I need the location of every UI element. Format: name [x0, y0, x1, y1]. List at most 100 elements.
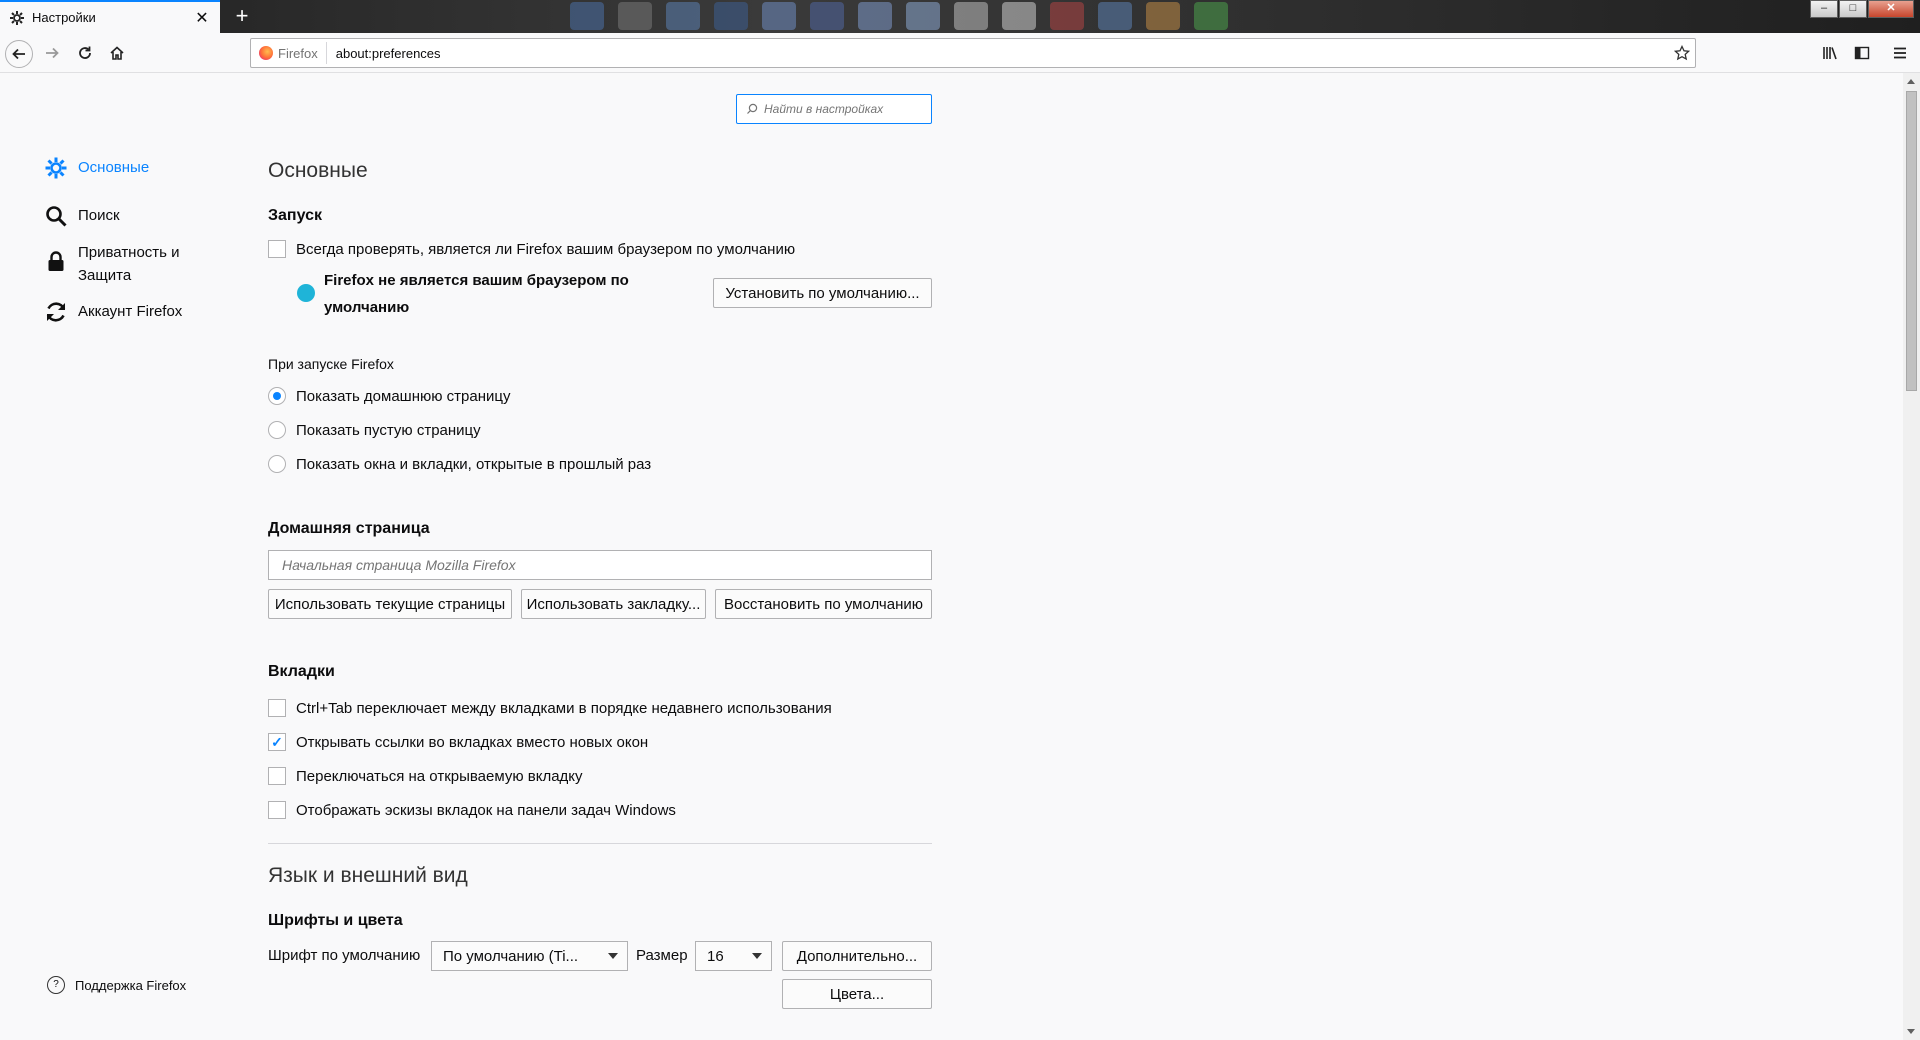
section-divider — [268, 843, 932, 844]
tab-title: Настройки — [32, 10, 96, 25]
gear-icon — [9, 10, 25, 26]
page-title: Основные — [268, 159, 368, 182]
checkbox[interactable] — [268, 801, 286, 819]
startup-heading: Запуск — [268, 207, 322, 224]
firefox-logo-icon — [259, 46, 273, 60]
window-close-button[interactable]: ✕ — [1868, 0, 1914, 18]
radio-show-homepage[interactable]: Показать домашнюю страницу — [268, 387, 510, 405]
radio-show-blank[interactable]: Показать пустую страницу — [268, 421, 481, 439]
hamburger-menu-icon — [1894, 47, 1906, 59]
fonts-colors-heading: Шрифты и цвета — [268, 912, 403, 929]
url-text[interactable]: about:preferences — [336, 46, 1669, 61]
support-label: Поддержка Firefox — [75, 977, 187, 993]
sidebar-toggle-button[interactable] — [1848, 39, 1876, 67]
advanced-fonts-button[interactable]: Дополнительно... — [782, 941, 932, 971]
sidebar-item-label: Приватность и Защита — [78, 244, 180, 284]
forward-arrow-icon — [46, 47, 59, 59]
sidebar-item-label: Аккаунт Firefox — [78, 303, 183, 320]
sidebar-item-label: Поиск — [78, 207, 120, 224]
checkbox[interactable] — [268, 240, 286, 258]
library-icon — [1823, 47, 1837, 60]
sync-icon — [44, 300, 68, 324]
checkbox[interactable] — [268, 767, 286, 785]
tab-preferences[interactable]: Настройки ✕ — [0, 0, 220, 33]
homepage-heading: Домашняя страница — [268, 520, 430, 537]
scroll-up-arrow-icon[interactable] — [1907, 79, 1915, 84]
select-value: 16 — [707, 947, 724, 965]
default-font-label: Шрифт по умолчанию — [268, 947, 421, 964]
minimize-button[interactable]: – — [1810, 0, 1838, 18]
maximize-button[interactable]: □ — [1839, 0, 1867, 18]
support-link[interactable]: ? Поддержка Firefox — [47, 976, 186, 994]
reload-icon — [79, 46, 91, 59]
radio-label: Показать пустую страницу — [296, 421, 481, 439]
open-links-in-tabs-checkbox[interactable]: Открывать ссылки во вкладках вместо новы… — [268, 733, 648, 751]
radio-button[interactable] — [268, 387, 286, 405]
use-bookmark-button[interactable]: Использовать закладку... — [521, 589, 706, 619]
search-icon — [747, 103, 758, 114]
restore-default-button[interactable]: Восстановить по умолчанию — [715, 589, 932, 619]
dropdown-caret-icon — [752, 953, 762, 959]
menu-button[interactable] — [1886, 39, 1914, 67]
not-default-message: Firefox не является вашим браузером по у… — [324, 272, 629, 316]
sidebar-icon — [1854, 46, 1870, 60]
radio-button[interactable] — [268, 455, 286, 473]
checkbox-label: Ctrl+Tab переключает между вкладками в п… — [296, 699, 832, 717]
page-scrollbar[interactable] — [1903, 73, 1920, 1040]
checkbox[interactable] — [268, 699, 286, 717]
back-arrow-icon — [12, 48, 25, 60]
checkbox-label: Всегда проверять, является ли Firefox ва… — [296, 240, 796, 258]
desktop-background — [570, 2, 1228, 32]
homepage-field[interactable] — [268, 550, 932, 580]
preferences-search-input[interactable] — [762, 101, 926, 117]
face-icon — [297, 284, 315, 302]
homepage-input[interactable] — [280, 556, 931, 574]
checkbox-label: Переключаться на открываемую вкладку — [296, 767, 583, 785]
radio-label: Показать домашнюю страницу — [296, 387, 511, 405]
forward-button[interactable] — [38, 39, 66, 67]
default-font-select[interactable]: По умолчанию (Ti... — [431, 941, 628, 971]
size-label: Размер — [636, 947, 688, 964]
scrollbar-thumb[interactable] — [1906, 91, 1917, 391]
sidebar-item-search[interactable]: Поиск — [44, 204, 120, 228]
radio-restore-session[interactable]: Показать окна и вкладки, открытые в прош… — [268, 455, 651, 473]
identity-label: Firefox — [278, 45, 318, 61]
scroll-down-arrow-icon[interactable] — [1907, 1029, 1915, 1034]
dropdown-caret-icon — [608, 953, 618, 959]
sidebar-item-label: Основные — [78, 159, 150, 176]
search-icon — [44, 204, 68, 228]
use-current-pages-button[interactable]: Использовать текущие страницы — [268, 589, 512, 619]
radio-button[interactable] — [268, 421, 286, 439]
set-default-button[interactable]: Установить по умолчанию... — [713, 278, 932, 308]
library-button[interactable] — [1816, 39, 1844, 67]
sidebar-item-sync[interactable]: Аккаунт Firefox — [44, 300, 182, 324]
reload-button[interactable] — [71, 39, 99, 67]
help-icon: ? — [47, 976, 65, 994]
always-check-default-checkbox[interactable]: Всегда проверять, является ли Firefox ва… — [268, 240, 795, 258]
sidebar-item-privacy[interactable]: Приватность и Защита — [44, 241, 204, 287]
sidebar-item-general[interactable]: Основные — [44, 156, 149, 180]
new-tab-button[interactable]: + — [229, 3, 255, 29]
checkbox[interactable] — [268, 733, 286, 751]
ctrl-tab-checkbox[interactable]: Ctrl+Tab переключает между вкладками в п… — [268, 699, 832, 717]
checkbox-label: Отображать эскизы вкладок на панели зада… — [296, 801, 676, 819]
back-button[interactable] — [5, 40, 33, 68]
checkbox-label: Открывать ссылки во вкладках вместо новы… — [296, 733, 649, 751]
colors-button[interactable]: Цвета... — [782, 979, 932, 1009]
close-icon[interactable]: ✕ — [192, 8, 212, 28]
bookmark-star-icon[interactable] — [1669, 45, 1695, 61]
font-size-select[interactable]: 16 — [695, 941, 772, 971]
identity-box[interactable]: Firefox — [251, 42, 327, 64]
on-start-label: При запуске Firefox — [268, 356, 394, 372]
home-button[interactable] — [103, 39, 131, 67]
preferences-search-box[interactable] — [736, 94, 932, 124]
taskbar-previews-checkbox[interactable]: Отображать эскизы вкладок на панели зада… — [268, 801, 676, 819]
select-value: По умолчанию (Ti... — [443, 947, 579, 965]
url-bar[interactable]: Firefox about:preferences — [250, 38, 1696, 68]
gear-icon — [44, 156, 68, 180]
window-controls: – □ ✕ — [1810, 0, 1914, 18]
tabs-heading: Вкладки — [268, 663, 335, 680]
navigation-toolbar: Firefox about:preferences — [0, 33, 1920, 73]
switch-to-new-tab-checkbox[interactable]: Переключаться на открываемую вкладку — [268, 767, 583, 785]
radio-label: Показать окна и вкладки, открытые в прош… — [296, 455, 652, 473]
